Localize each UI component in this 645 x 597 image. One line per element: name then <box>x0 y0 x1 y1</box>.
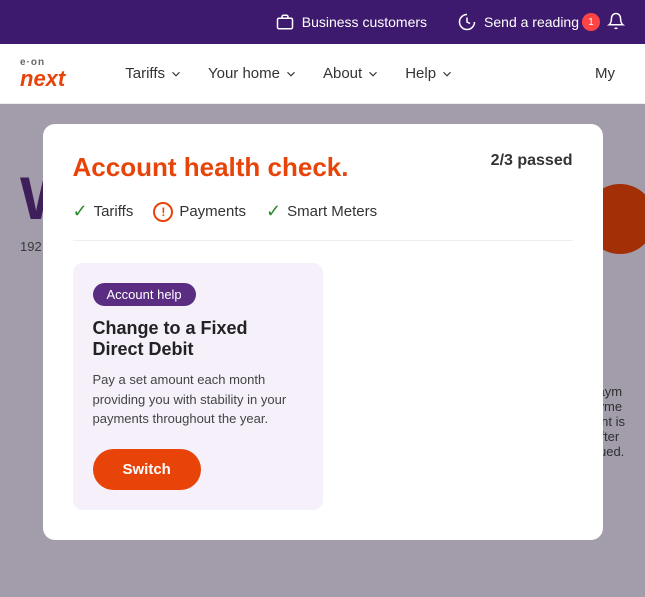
nav-about[interactable]: About <box>313 57 390 90</box>
help-chevron-icon <box>440 67 454 81</box>
help-label: Help <box>405 65 436 82</box>
meter-icon <box>457 12 477 32</box>
modal-card: Account help Change to a Fixed Direct De… <box>73 263 323 510</box>
check-smart-meters: ✓ Smart Meters <box>266 201 377 222</box>
my-label: My <box>595 65 615 82</box>
notification-icon <box>607 12 625 33</box>
modal-header: Account health check. 2/3 passed <box>73 152 573 183</box>
business-customers-link[interactable]: Business customers <box>275 12 427 32</box>
modal-score: 2/3 passed <box>491 152 573 170</box>
modal-checks: ✓ Tariffs ! Payments ✓ Smart Meters <box>73 201 573 241</box>
nav-tariffs[interactable]: Tariffs <box>115 57 193 90</box>
check-payments-label: Payments <box>179 203 246 220</box>
nav-your-home[interactable]: Your home <box>198 57 308 90</box>
logo-next-text: next <box>20 68 65 90</box>
nav-items: Tariffs Your home About Help My <box>115 57 625 90</box>
check-payments: ! Payments <box>153 202 246 222</box>
nav-bar: e·on next Tariffs Your home About Help M… <box>0 44 645 104</box>
send-reading-label: Send a reading <box>484 14 579 30</box>
check-tariffs-label: Tariffs <box>94 203 134 220</box>
modal: Account health check. 2/3 passed ✓ Tarif… <box>43 124 603 540</box>
logo[interactable]: e·on next <box>20 57 65 90</box>
your-home-label: Your home <box>208 65 280 82</box>
about-chevron-icon <box>366 67 380 81</box>
switch-button[interactable]: Switch <box>93 449 201 490</box>
modal-title: Account health check. <box>73 152 349 183</box>
tariffs-check-icon: ✓ <box>73 201 88 222</box>
smart-meters-check-icon: ✓ <box>266 201 281 222</box>
card-title: Change to a Fixed Direct Debit <box>93 318 303 360</box>
nav-my[interactable]: My <box>585 57 625 90</box>
about-label: About <box>323 65 362 82</box>
check-tariffs: ✓ Tariffs <box>73 201 134 222</box>
nav-help[interactable]: Help <box>395 57 464 90</box>
bg-content: We 192 G... t paym payme ment is s after… <box>0 104 645 597</box>
briefcase-icon <box>275 12 295 32</box>
send-reading-link[interactable]: Send a reading 1 <box>457 12 625 33</box>
tariffs-label: Tariffs <box>125 65 165 82</box>
payments-warn-icon: ! <box>153 202 173 222</box>
card-description: Pay a set amount each month providing yo… <box>93 370 303 429</box>
notification-badge: 1 <box>582 13 600 31</box>
modal-overlay: Account health check. 2/3 passed ✓ Tarif… <box>0 104 645 597</box>
card-badge: Account help <box>93 283 196 306</box>
check-smart-meters-label: Smart Meters <box>287 203 377 220</box>
your-home-chevron-icon <box>284 67 298 81</box>
business-customers-label: Business customers <box>302 14 427 30</box>
top-bar: Business customers Send a reading 1 <box>0 0 645 44</box>
tariffs-chevron-icon <box>169 67 183 81</box>
